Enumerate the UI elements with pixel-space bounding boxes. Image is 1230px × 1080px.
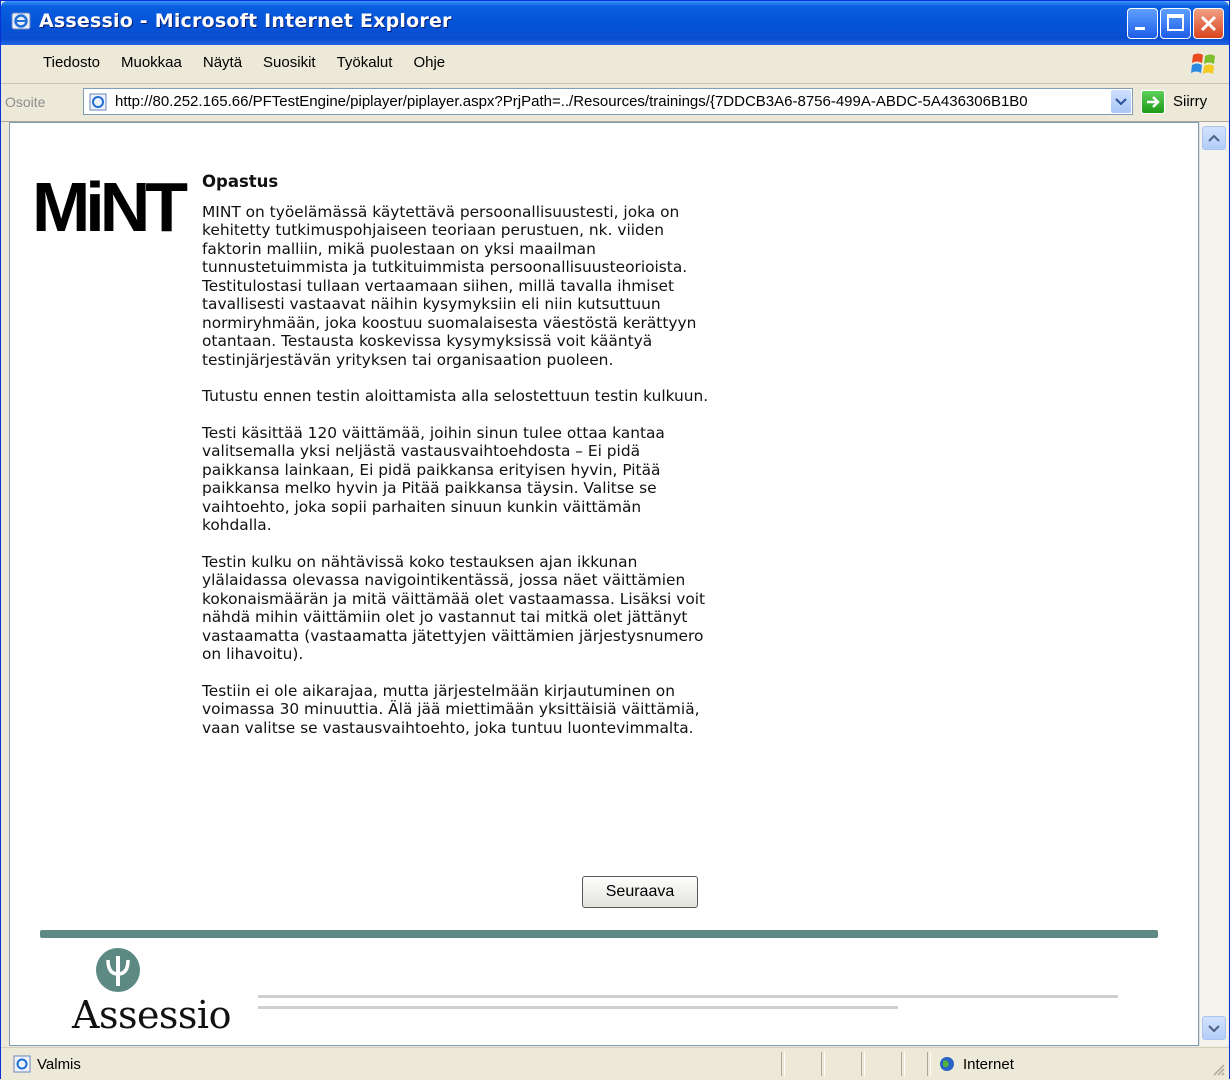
page-title: Opastus <box>202 172 279 191</box>
divider <box>40 930 1158 938</box>
status-separator <box>821 1052 825 1076</box>
chevron-down-icon <box>1115 98 1127 106</box>
page-done-icon <box>13 1055 31 1073</box>
menu-tiedosto[interactable]: Tiedosto <box>31 54 109 71</box>
address-input[interactable]: http://80.252.165.66/PFTestEngine/piplay… <box>83 88 1133 115</box>
menu-muokkaa[interactable]: Muokkaa <box>109 54 191 71</box>
window-title: Assessio - Microsoft Internet Explorer <box>39 10 452 32</box>
paragraph-navigation: Testin kulku on nähtävissä koko testauks… <box>202 552 706 664</box>
go-label[interactable]: Siirry <box>1173 93 1207 110</box>
mint-logo-text: MiNT <box>32 168 187 239</box>
instructions-text: Opastus MINT on työelämässä käytettävä p… <box>202 172 712 755</box>
internet-explorer-icon <box>11 12 31 30</box>
security-zone-text: Internet <box>963 1056 1014 1073</box>
minimize-button[interactable] <box>1127 8 1158 39</box>
menu-ohje[interactable]: Ohje <box>401 54 454 71</box>
mint-logo: MiNT <box>32 168 190 239</box>
paragraph-preamble: Tutustu ennen testin aloittamista alla s… <box>202 387 709 405</box>
address-dropdown-button[interactable] <box>1111 90 1131 113</box>
windows-logo-icon <box>1191 53 1215 74</box>
browser-window: Assessio - Microsoft Internet Explorer T… <box>0 0 1230 1080</box>
address-url: http://80.252.165.66/PFTestEngine/piplay… <box>115 93 1028 110</box>
resize-grip-icon[interactable] <box>1211 1062 1225 1076</box>
minimize-icon <box>1135 27 1145 30</box>
maximize-icon <box>1167 14 1184 31</box>
title-bar[interactable]: Assessio - Microsoft Internet Explorer <box>1 1 1229 45</box>
close-icon <box>1200 15 1217 32</box>
status-separator <box>901 1052 905 1076</box>
vertical-scrollbar[interactable] <box>1199 122 1228 1046</box>
paragraph-test-items: Testi käsittää 120 väittämää, joihin sin… <box>202 423 665 535</box>
page-content: MiNT Opastus MINT on työelämässä käytett… <box>9 122 1199 1046</box>
scroll-down-button[interactable] <box>1202 1016 1226 1040</box>
menu-nayta[interactable]: Näytä <box>191 54 251 71</box>
status-text: Valmis <box>37 1056 81 1073</box>
paragraph-time-limit: Testiin ei ole aikarajaa, mutta järjeste… <box>202 681 700 737</box>
go-button[interactable] <box>1141 90 1165 114</box>
paragraph-intro: MINT on työelämässä käytettävä persoonal… <box>202 202 697 369</box>
menu-suosikit[interactable]: Suosikit <box>251 54 325 71</box>
status-bar: Valmis Internet <box>1 1047 1229 1080</box>
page-icon <box>89 93 107 111</box>
arrow-right-icon <box>1147 96 1160 108</box>
close-button[interactable] <box>1193 8 1224 39</box>
menu-tyokalut[interactable]: Työkalut <box>325 54 402 71</box>
chevron-down-icon <box>1208 1025 1220 1033</box>
assessio-logo: Assessio <box>72 993 231 1037</box>
status-separator <box>861 1052 865 1076</box>
globe-icon <box>940 1057 954 1071</box>
status-separator <box>781 1052 785 1076</box>
chevron-up-icon <box>1208 134 1220 142</box>
assessio-psi-icon <box>96 948 140 992</box>
footer-legal-text <box>258 995 1118 1009</box>
scroll-up-button[interactable] <box>1202 126 1226 150</box>
next-button[interactable]: Seuraava <box>582 876 698 908</box>
menu-bar: Tiedosto Muokkaa Näytä Suosikit Työkalut… <box>1 45 1229 84</box>
status-separator <box>927 1052 931 1076</box>
maximize-button[interactable] <box>1160 8 1191 39</box>
address-bar: Osoite http://80.252.165.66/PFTestEngine… <box>1 84 1229 122</box>
address-label: Osoite <box>5 94 46 110</box>
